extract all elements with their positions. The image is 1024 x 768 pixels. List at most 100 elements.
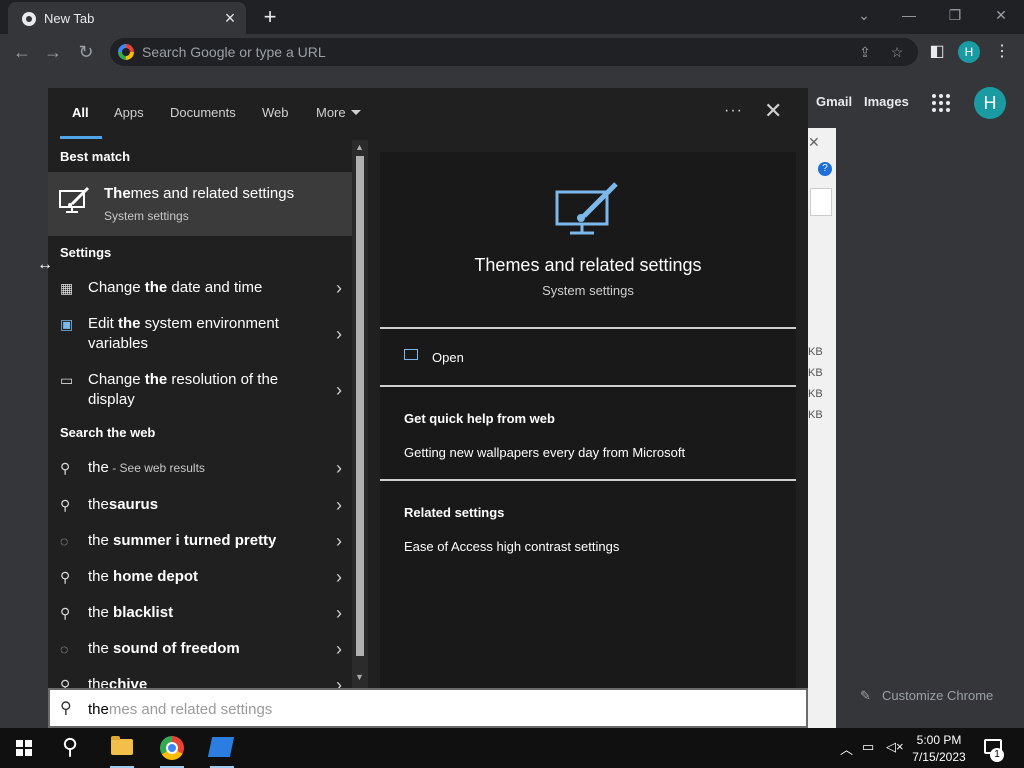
quick-help-link[interactable]: Getting new wallpapers every day from Mi…: [404, 445, 685, 460]
more-options-icon[interactable]: ···: [724, 102, 743, 120]
result-label: the summer i turned pretty: [88, 531, 328, 551]
share-icon[interactable]: ⇪: [856, 43, 874, 61]
google-apps-icon[interactable]: [932, 94, 950, 112]
chevron-right-icon[interactable]: ›: [336, 458, 342, 479]
result-label: the home depot: [88, 567, 328, 587]
chevron-right-icon[interactable]: ›: [336, 639, 342, 660]
result-text: Change: [88, 371, 145, 388]
size-label: KB: [808, 388, 823, 400]
size-label: KB: [808, 367, 823, 379]
network-icon[interactable]: ▭: [862, 739, 874, 755]
related-settings-link[interactable]: Ease of Access high contrast settings: [404, 539, 619, 554]
restore-button[interactable]: ❐: [943, 4, 967, 26]
tab-all[interactable]: All: [72, 105, 89, 120]
images-link[interactable]: Images: [864, 94, 909, 109]
result-text-bold: summer i turned pretty: [113, 532, 277, 549]
search-icon: ⚲: [60, 460, 71, 476]
preview-title: Themes and related settings: [474, 255, 702, 275]
show-hidden-icons-chevron-icon[interactable]: ︿: [840, 739, 853, 758]
browser-tab[interactable]: New Tab ×: [8, 2, 246, 34]
scroll-thumb[interactable]: [356, 156, 364, 656]
customize-chrome-button[interactable]: ✎ Customize Chrome: [848, 680, 1008, 712]
tab-more[interactable]: More: [316, 105, 361, 120]
chevron-right-icon[interactable]: ›: [336, 531, 342, 552]
app-taskbar-button[interactable]: [198, 728, 246, 768]
result-text: the: [88, 532, 114, 549]
dialog-field[interactable]: [810, 188, 832, 216]
result-text-bold: the: [144, 371, 168, 388]
result-text: the: [88, 496, 109, 513]
best-match-item[interactable]: Themes and related settings System setti…: [48, 172, 352, 236]
reload-button[interactable]: ↻: [73, 39, 99, 65]
chevron-right-icon[interactable]: ›: [336, 495, 342, 516]
resize-cursor-icon: ↔: [37, 256, 53, 273]
chat-search-icon: ◌: [60, 641, 69, 657]
result-text-bold: the: [118, 315, 141, 332]
search-query: themes and related settings: [88, 701, 272, 718]
search-input[interactable]: ⚲ themes and related settings: [48, 688, 808, 728]
close-search-button[interactable]: ✕: [764, 100, 782, 122]
search-icon: ⚲: [60, 497, 71, 513]
side-panel-icon[interactable]: ◧: [925, 40, 949, 64]
clock-time[interactable]: 5:00 PM: [910, 733, 968, 747]
tab-search-chevron-icon[interactable]: ⌄: [852, 4, 876, 26]
search-filter-tabs: All Apps Documents Web More ··· ✕: [48, 88, 808, 140]
close-tab-icon[interactable]: ×: [220, 8, 240, 28]
clock-date[interactable]: 7/15/2023: [910, 750, 968, 764]
notification-count-badge: 1: [990, 748, 1004, 762]
chevron-right-icon[interactable]: ›: [336, 324, 342, 345]
folder-icon: [111, 736, 133, 755]
search-icon: ⚲: [60, 700, 72, 717]
chevron-right-icon[interactable]: ›: [336, 278, 342, 299]
divider: [380, 385, 796, 387]
chrome-taskbar-button[interactable]: [148, 728, 196, 768]
menu-kebab-icon[interactable]: ⋮: [990, 40, 1014, 64]
forward-button[interactable]: →: [40, 39, 66, 65]
start-button[interactable]: [0, 728, 48, 768]
result-label: Edit the system environment variables: [88, 314, 328, 354]
help-icon[interactable]: ?: [818, 162, 832, 176]
active-tab-indicator: [60, 136, 102, 139]
result-label: the - See web results: [88, 458, 328, 478]
tab-documents[interactable]: Documents: [170, 105, 236, 120]
result-text: the: [88, 604, 114, 621]
back-button[interactable]: ←: [9, 39, 35, 65]
chrome-favicon-icon: [22, 12, 36, 26]
result-text: the: [88, 568, 114, 585]
scroll-down-icon[interactable]: ▼: [355, 672, 364, 682]
result-text: the: [88, 640, 114, 657]
browser-toolbar: ← → ↻ Search Google or type a URL ⇪ ☆ ◧ …: [0, 34, 1024, 70]
chevron-right-icon[interactable]: ›: [336, 675, 342, 688]
minimize-button[interactable]: —: [897, 4, 921, 26]
close-window-button[interactable]: ✕: [989, 4, 1013, 26]
dialog-close-icon[interactable]: ✕: [808, 134, 820, 151]
result-text: date and time: [167, 279, 263, 296]
autocomplete-text: mes and related settings: [108, 701, 273, 718]
search-icon: ⚲: [60, 605, 71, 621]
open-action[interactable]: Open: [432, 350, 464, 365]
typed-text: the: [88, 701, 109, 718]
tab-more-label: More: [316, 105, 346, 120]
search-button[interactable]: ⚲: [48, 728, 96, 768]
search-icon: ⚲: [60, 569, 71, 585]
result-text-bold: home depot: [113, 568, 199, 585]
windows-logo-icon: [16, 740, 32, 756]
scroll-up-icon[interactable]: ▲: [355, 142, 364, 152]
chevron-right-icon[interactable]: ›: [336, 380, 342, 401]
results-scrollbar[interactable]: ▲ ▼: [352, 140, 368, 688]
tab-apps[interactable]: Apps: [114, 105, 144, 120]
tab-web[interactable]: Web: [262, 105, 289, 120]
address-bar[interactable]: Search Google or type a URL ⇪ ☆: [110, 38, 918, 66]
display-icon: ▭: [60, 372, 74, 388]
bookmark-star-icon[interactable]: ☆: [888, 43, 906, 61]
file-explorer-button[interactable]: [98, 728, 146, 768]
profile-avatar[interactable]: H: [958, 41, 980, 63]
volume-muted-icon[interactable]: ◁×: [886, 739, 904, 755]
result-label: thechive: [88, 675, 328, 688]
gmail-link[interactable]: Gmail: [816, 94, 852, 109]
chevron-right-icon[interactable]: ›: [336, 603, 342, 624]
google-account-avatar[interactable]: H: [974, 87, 1006, 119]
new-tab-button[interactable]: +: [258, 5, 282, 29]
result-text-bold: the: [144, 279, 168, 296]
chevron-right-icon[interactable]: ›: [336, 567, 342, 588]
